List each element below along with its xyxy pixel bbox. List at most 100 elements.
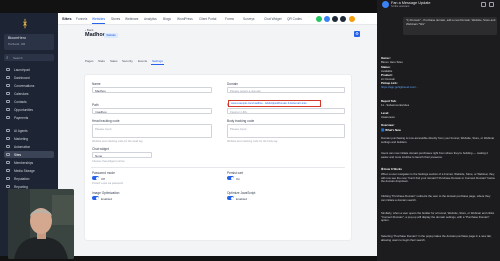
tab-websites[interactable]: Websites [92, 17, 106, 24]
sidebar-item-label: AI Agents [14, 128, 28, 133]
optimize-js-state: Enabled [236, 196, 248, 201]
help-icon[interactable] [332, 16, 338, 22]
image-optimization-state: Enabled [101, 196, 113, 201]
sidebar-item-label: Contacts [14, 99, 27, 104]
sidebar-item-label: Sites [14, 152, 22, 157]
domain-placeholder: Please select a domain [230, 89, 262, 94]
tab-client-portal[interactable]: Client Portal [199, 17, 216, 21]
head-code-help: Website level tracking code for the head… [92, 140, 143, 143]
domain-option-highlight[interactable]: www.example.com/madhoo - Add/Adjust/Doma… [228, 100, 321, 107]
tab-analytics[interactable]: Analytics [144, 17, 157, 21]
site-title: Madhoo [85, 32, 107, 38]
owner-value: Bloom Hero Sites [381, 60, 403, 64]
account-switcher[interactable]: BloomHero Portland, OR [4, 34, 54, 50]
reputation-icon [6, 176, 10, 181]
favicon-placeholder: Favicon URL [230, 110, 248, 115]
sidebar-item-reputation[interactable]: Reputation [4, 175, 54, 182]
password-mode-toggle[interactable] [92, 176, 99, 180]
chat-widget-value: None [95, 154, 103, 159]
domain-select[interactable]: Please select a domain [227, 87, 345, 93]
tab-settings[interactable]: Settings [151, 59, 164, 65]
sidebar-item-label: Conversations [14, 83, 35, 88]
pickup-link[interactable]: https://app.gohighlevel.com/... [381, 85, 418, 89]
chat-icon [6, 83, 10, 88]
sidebar-item-label: Launchpad [14, 67, 30, 72]
body-code-textarea[interactable]: Please input [227, 124, 345, 138]
image-optimization-toggle[interactable] [92, 196, 99, 200]
tab-funnels[interactable]: Funnels [76, 17, 87, 21]
name-value: Madhoo [95, 89, 106, 94]
tab-surveys[interactable]: Surveys [243, 17, 255, 21]
password-mode-state: Off [101, 176, 105, 181]
sidebar-item-label: Marketing [14, 136, 28, 141]
optimize-js-label: Optimize JavaScript [227, 191, 256, 195]
body-code-help: Website level tracking code for the body… [227, 140, 278, 143]
password-mode-label: Password mode [92, 171, 115, 175]
whats-new-text: What's New [385, 128, 401, 132]
path-input[interactable]: /madhoo [92, 108, 212, 114]
sidebar-item-calendars[interactable]: Calendars [4, 90, 54, 97]
sidebar-item-media-storage[interactable]: Media Storage [4, 167, 54, 174]
sidebar-item-payments[interactable]: Payments [4, 114, 54, 121]
sidebar-item-label: Automation [14, 144, 31, 149]
sidebar-item-launchpad[interactable]: Launchpad [4, 66, 54, 73]
image-optimization-label: Image Optimization [92, 191, 120, 195]
megaphone-icon[interactable] [324, 16, 330, 22]
site-type-badge: Website [104, 32, 118, 38]
phone-icon[interactable] [316, 16, 322, 22]
search-icon: ⌕ [6, 54, 9, 60]
name-label: Name [92, 82, 101, 86]
how-paragraph-3: Similarly, when a user opens the builder… [381, 211, 495, 222]
tab-forms[interactable]: Forms [225, 17, 234, 21]
path-label: Path [92, 103, 99, 107]
sidebar-item-opportunities[interactable]: Opportunities [4, 106, 54, 113]
close-icon[interactable] [489, 1, 494, 7]
chat-widget-help: Choose chat widget to show [92, 160, 125, 163]
chat-widget-select[interactable]: None [92, 152, 152, 158]
dashboard-icon [6, 75, 10, 80]
sidebar-item-sites[interactable]: Sites [4, 151, 54, 158]
head-code-label: Head tracking code [92, 119, 120, 123]
chat-widget-label: Chat widget [92, 147, 109, 151]
avatar[interactable] [349, 16, 355, 22]
message-bubble: "1) Domain" - Purchase domain, add a new… [403, 17, 497, 35]
sidebar-item-label: Media Storage [14, 168, 35, 173]
name-input[interactable]: Madhoo [92, 87, 212, 93]
tab-webinars[interactable]: Webinars [125, 17, 138, 21]
tab-pages[interactable]: Pages [85, 59, 94, 63]
optimize-js-toggle[interactable] [227, 196, 234, 200]
tab-security[interactable]: Security [122, 59, 133, 63]
whats-new-heading: 🟦 What's New [381, 128, 401, 132]
share-icon[interactable] [481, 1, 486, 7]
back-link[interactable]: ‹ Back [85, 28, 94, 32]
tab-qr-codes[interactable]: QR Codes [287, 17, 302, 21]
sidebar-item-automation[interactable]: Automation [4, 143, 54, 150]
tab-blogs[interactable]: Blogs [163, 17, 171, 21]
logo-icon[interactable]: ᚼ [19, 19, 31, 31]
favicon-input[interactable]: Favicon URL [227, 108, 345, 114]
notifications-icon[interactable] [340, 16, 346, 22]
sidebar-item-dashboard[interactable]: Dashboard [4, 74, 54, 81]
tab-sales[interactable]: Sales [110, 59, 118, 63]
tab-events[interactable]: Events [138, 59, 147, 63]
head-code-textarea[interactable]: Please input [92, 124, 212, 138]
sidebar-item-conversations[interactable]: Conversations [4, 82, 54, 89]
tab-stats[interactable]: Stats [98, 59, 105, 63]
preview-button[interactable]: ⚙ [354, 31, 360, 37]
tab-chat-widget[interactable]: Chat Widget [264, 17, 282, 21]
site-tabs: Pages Stats Sales Security Events Settin… [85, 59, 345, 65]
account-name: BloomHero [8, 36, 26, 40]
sidebar-item-label: Dashboard [14, 75, 30, 80]
sidebar-item-marketing[interactable]: Marketing [4, 135, 54, 142]
divider [91, 167, 345, 168]
sidebar-item-contacts[interactable]: Contacts [4, 98, 54, 105]
tab-wordpress[interactable]: WordPress [177, 17, 193, 21]
sidebar-search[interactable]: ⌕ Search [4, 54, 54, 61]
sidebar-item-memberships[interactable]: Memberships [4, 159, 54, 166]
password-mode-help: Protect a site via password [92, 182, 123, 185]
tab-stores[interactable]: Stores [111, 17, 120, 21]
sidebar-item-label: Memberships [14, 160, 34, 165]
sidebar-item-ai-agents[interactable]: AI Agents [4, 127, 54, 134]
memberships-icon [6, 160, 10, 165]
persist-cart-toggle[interactable] [227, 176, 234, 180]
